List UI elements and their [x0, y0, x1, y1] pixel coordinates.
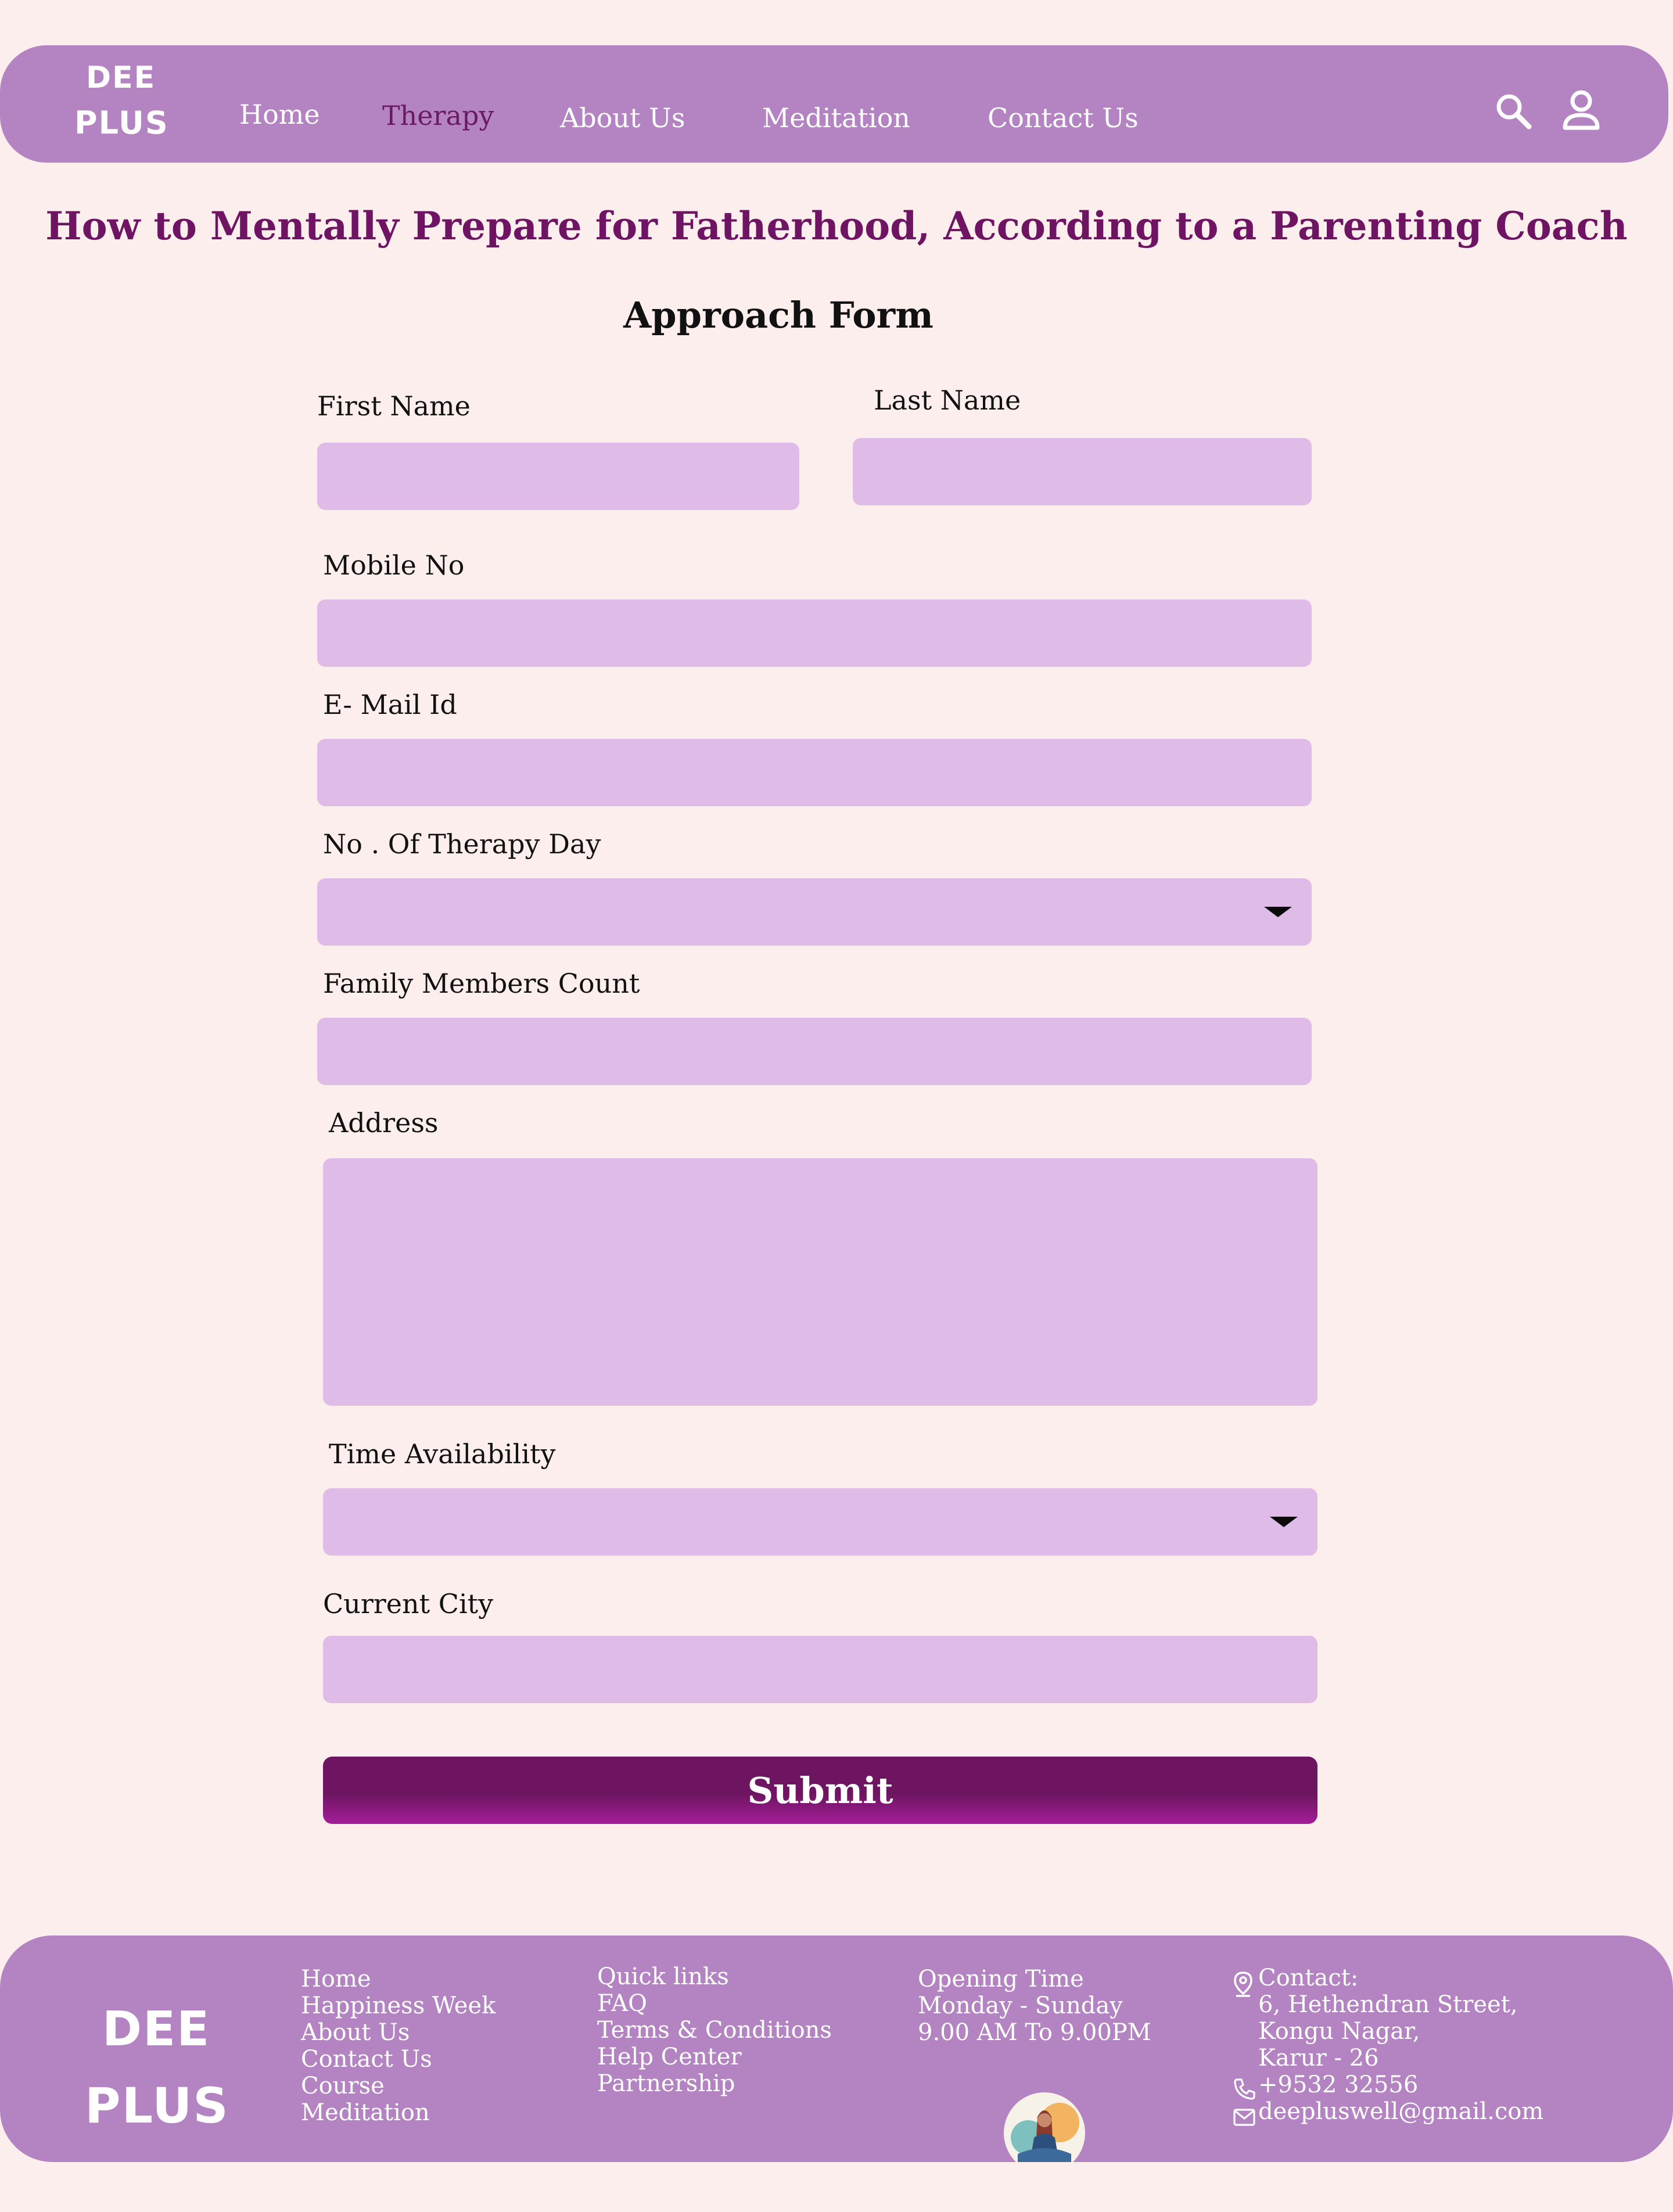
family-count-field[interactable]	[317, 1018, 1312, 1085]
footer-link-happiness-week[interactable]: Happiness Week	[301, 1992, 496, 2019]
contact-address-line2: Kongu Nagar,	[1258, 2018, 1420, 2045]
contact-address-line3: Karur - 26	[1258, 2045, 1379, 2071]
footer-link-contact-us[interactable]: Contact Us	[301, 2046, 496, 2073]
first-name-label: First Name	[317, 390, 471, 422]
last-name-label: Last Name	[874, 385, 1021, 416]
contact-address-line1: 6, Hethendran Street,	[1258, 1991, 1518, 2018]
user-icon[interactable]	[1560, 88, 1602, 135]
opening-hours: 9.00 AM To 9.00PM	[918, 2019, 1151, 2046]
search-icon[interactable]	[1493, 91, 1535, 132]
footer-link-meditation[interactable]: Meditation	[301, 2099, 496, 2126]
current-city-label: Current City	[323, 1588, 494, 1620]
footer-link-home[interactable]: Home	[301, 1966, 496, 1992]
mobile-field[interactable]	[317, 599, 1312, 667]
nav-therapy[interactable]: Therapy	[382, 100, 494, 131]
first-name-field[interactable]	[317, 443, 799, 510]
nav-meditation[interactable]: Meditation	[762, 102, 910, 134]
page-title: How to Mentally Prepare for Fatherhood, …	[45, 203, 1628, 249]
current-city-field[interactable]	[323, 1636, 1317, 1703]
phone-icon	[1233, 2077, 1256, 2100]
footer-logo-line2: PLUS	[85, 2077, 229, 2134]
footer-link-course[interactable]: Course	[301, 2073, 496, 2099]
footer-logo[interactable]: DEE PLUS	[81, 1998, 256, 2138]
footer-link-faq[interactable]: FAQ	[597, 1990, 832, 2017]
footer-quick-links: Quick links FAQ Terms & Conditions Help …	[597, 1963, 832, 2097]
logo-line2: PLUS	[74, 105, 169, 141]
header-logo[interactable]: DEE PLUS	[70, 58, 186, 151]
email-label: E- Mail Id	[323, 689, 457, 720]
form-title: Approach Form	[623, 294, 934, 336]
footer-links: Home Happiness Week About Us Contact Us …	[301, 1966, 496, 2126]
chevron-down-icon	[1264, 907, 1292, 917]
email-field[interactable]	[317, 739, 1312, 806]
time-availability-label: Time Availability	[329, 1438, 556, 1470]
logo-line1: DEE	[86, 60, 156, 95]
address-field[interactable]	[323, 1158, 1317, 1406]
family-count-label: Family Members Count	[323, 968, 640, 999]
submit-button[interactable]: Submit	[323, 1757, 1317, 1824]
opening-time-heading: Opening Time	[918, 1966, 1084, 1992]
footer-logo-line1: DEE	[102, 2002, 211, 2057]
contact-email[interactable]: deepluswell@gmail.com	[1258, 2098, 1543, 2125]
nav-contact-us[interactable]: Contact Us	[988, 102, 1139, 134]
quick-links-heading: Quick links	[597, 1963, 729, 1990]
chevron-down-icon	[1270, 1517, 1298, 1527]
meditation-illustration	[1004, 2091, 1085, 2162]
location-icon	[1232, 1970, 1255, 1997]
nav-about-us[interactable]: About Us	[560, 102, 685, 134]
time-availability-select[interactable]	[323, 1488, 1317, 1556]
footer-link-partnership[interactable]: Partnership	[597, 2070, 832, 2097]
footer-opening-time: Opening Time Monday - Sunday 9.00 AM To …	[918, 1966, 1151, 2046]
mail-icon	[1233, 2107, 1256, 2127]
mobile-label: Mobile No	[323, 550, 465, 581]
address-label: Address	[329, 1107, 439, 1139]
contact-heading: Contact:	[1258, 1965, 1359, 1991]
therapy-days-label: No . Of Therapy Day	[323, 828, 601, 860]
nav-home[interactable]: Home	[239, 99, 320, 130]
opening-days: Monday - Sunday	[918, 1992, 1123, 2019]
footer-link-help-center[interactable]: Help Center	[597, 2044, 832, 2070]
footer-link-about-us[interactable]: About Us	[301, 2019, 496, 2046]
contact-phone[interactable]: +9532 32556	[1258, 2071, 1543, 2098]
therapy-days-select[interactable]	[317, 878, 1312, 946]
last-name-field[interactable]	[853, 438, 1312, 505]
footer-link-terms[interactable]: Terms & Conditions	[597, 2017, 832, 2044]
